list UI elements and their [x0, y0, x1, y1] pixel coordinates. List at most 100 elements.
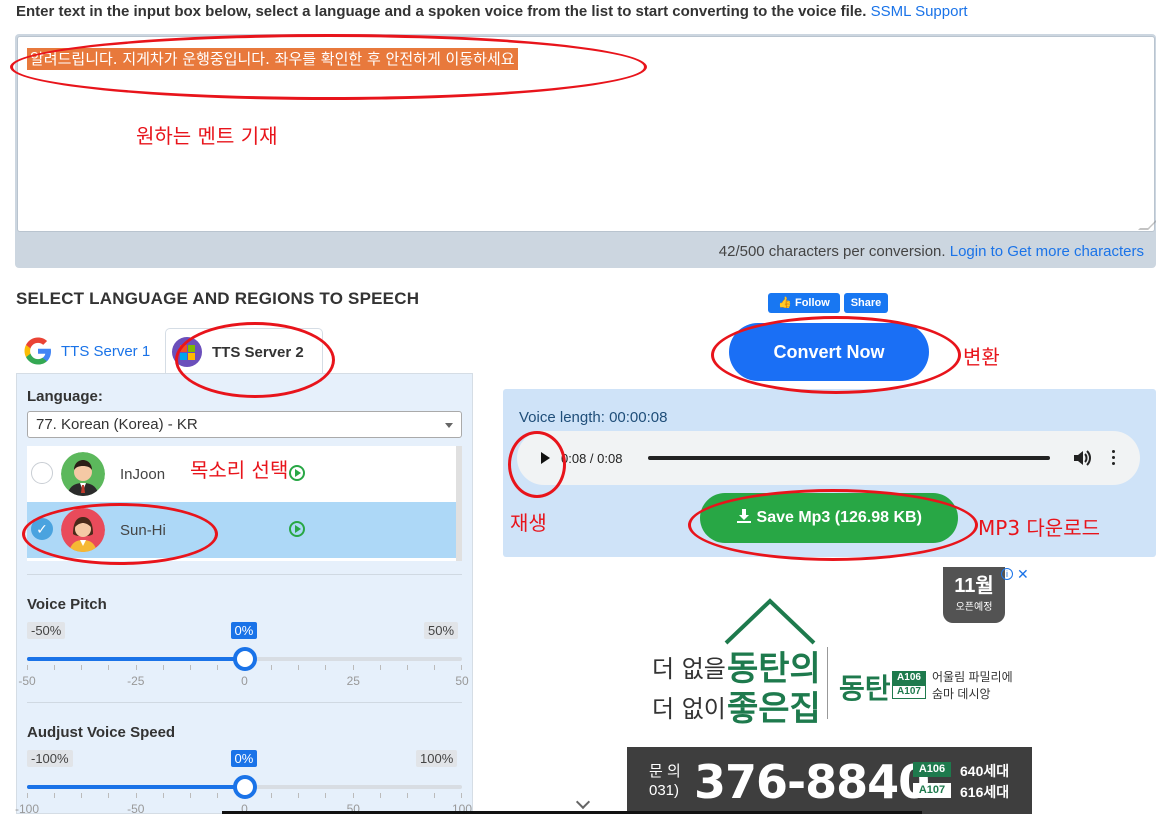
advertisement[interactable]: 11월 오픈예정 i ✕ 더 없을 더 없이 동탄의 좋은집 동탄 A106 A… — [627, 567, 1032, 814]
pitch-scale-label: -25 — [127, 674, 145, 688]
pitch-scale-label: 0 — [241, 674, 248, 688]
pitch-slider-fill — [27, 657, 245, 661]
tab-label: TTS Server 1 — [61, 343, 151, 360]
voice-settings-panel — [16, 373, 473, 814]
ad-info-icon[interactable]: i — [1001, 568, 1013, 580]
ad-badge-sub: 오픈예정 — [955, 602, 993, 613]
speed-tick — [433, 793, 435, 798]
speed-min-label: -100% — [27, 750, 73, 767]
speed-tick — [189, 793, 191, 798]
pitch-tick — [461, 665, 462, 670]
audio-progress-bar[interactable] — [648, 456, 1050, 460]
ad-line2: 더 없이 — [652, 695, 726, 723]
speed-tick — [54, 793, 56, 798]
ad-line1: 더 없을 — [652, 655, 726, 683]
character-counter: 42/500 characters per conversion. Login … — [719, 243, 1144, 260]
ad-inquiry: 문 의 031) — [649, 763, 681, 799]
voice-list-scrollbar[interactable] — [456, 446, 462, 561]
speed-tick — [379, 793, 381, 798]
speed-tick — [352, 793, 354, 798]
follow-label: Follow — [794, 297, 830, 309]
speed-tick — [135, 793, 137, 798]
ad-count2: 616세대 — [960, 784, 1010, 800]
ad-badge-month: 11월 — [954, 575, 994, 597]
speed-tick — [81, 793, 83, 798]
pitch-max-label: 50% — [424, 622, 459, 639]
divider — [27, 574, 462, 575]
ad-brand: 동탄 — [839, 672, 891, 705]
avatar-male-icon — [61, 452, 105, 496]
preview-play-icon[interactable] — [289, 465, 305, 481]
ad-phone: 376-8840 — [694, 755, 930, 809]
speed-tick — [216, 793, 218, 798]
instructions-label: Enter text in the input box below, selec… — [16, 3, 867, 20]
pitch-tick — [162, 665, 164, 670]
annotation-download: MP3 다운로드 — [978, 516, 1100, 540]
pitch-tick — [27, 665, 28, 670]
pitch-tick — [433, 665, 435, 670]
language-selected-value: 77. Korean (Korea) - KR — [36, 416, 198, 433]
char-count-text: 42/500 characters per conversion. — [718, 243, 946, 260]
voice-length: Voice length: 00:00:08 — [519, 409, 668, 426]
ad-close-icon[interactable]: ✕ — [1017, 567, 1029, 583]
pitch-tick — [379, 665, 381, 670]
facebook-share-button[interactable]: Share — [844, 293, 888, 313]
chevron-down-icon[interactable] — [575, 794, 591, 810]
speed-tick — [108, 793, 110, 798]
volume-icon[interactable] — [1073, 450, 1091, 466]
annotation-convert: 변환 — [963, 345, 1000, 369]
voice-name: InJoon — [120, 466, 166, 483]
language-select[interactable]: 77. Korean (Korea) - KR — [27, 411, 462, 438]
speed-tick — [406, 793, 408, 798]
pitch-tick — [81, 665, 83, 670]
ad-divider — [827, 647, 828, 719]
annotation-ellipse-text — [10, 34, 647, 100]
voice-pitch-title: Voice Pitch — [27, 596, 107, 613]
voice-speed-title: Audjust Voice Speed — [27, 724, 176, 741]
dropdown-caret-icon — [445, 423, 453, 428]
speed-tick — [461, 793, 462, 798]
speed-slider-fill — [27, 785, 245, 789]
ad-badge: 11월 오픈예정 — [943, 567, 1005, 623]
pitch-tick — [298, 665, 300, 670]
thumbs-up-icon: 👍 — [778, 297, 792, 309]
ad-unit2: A107 — [913, 783, 951, 798]
pitch-slider-handle[interactable] — [232, 647, 257, 671]
ad-count1: 640세대 — [960, 763, 1010, 779]
pitch-scale-label: 25 — [346, 674, 360, 688]
speed-tick — [298, 793, 300, 798]
pitch-tick — [406, 665, 408, 670]
ad-big2: 좋은집 — [727, 689, 821, 729]
ad-desc2: 숨마 데시앙 — [932, 687, 991, 701]
facebook-follow-button[interactable]: 👍 Follow — [768, 293, 840, 313]
login-link[interactable]: Login to Get more characters — [950, 243, 1144, 260]
annotation-voice-select: 목소리 선택 — [190, 458, 289, 482]
ad-code2: A107 — [892, 685, 926, 699]
speed-tick — [325, 793, 327, 798]
annotation-play: 재생 — [510, 511, 547, 535]
pitch-scale-label: -50 — [18, 674, 36, 688]
pitch-tick — [325, 665, 327, 670]
pitch-current-label: 0% — [230, 622, 258, 639]
speed-slider-handle[interactable] — [232, 775, 257, 799]
more-options-icon[interactable] — [1112, 450, 1116, 466]
speed-tick — [271, 793, 273, 798]
annotation-ellipse-tab — [175, 322, 335, 398]
ad-unit1: A106 — [913, 762, 951, 777]
ssml-support-link[interactable]: SSML Support — [871, 3, 968, 20]
speed-max-label: 100% — [416, 750, 458, 767]
pitch-tick — [108, 665, 110, 670]
preview-play-icon[interactable] — [289, 521, 305, 537]
annotation-ellipse-save — [688, 489, 978, 561]
speed-tick — [27, 793, 28, 798]
annotation-ellipse-convert — [711, 316, 961, 394]
pitch-tick — [189, 665, 191, 670]
ad-desc1: 어울림 파밀리에 — [932, 670, 1013, 684]
pitch-min-label: -50% — [27, 622, 66, 639]
pitch-tick — [135, 665, 137, 670]
instructions-text: Enter text in the input box below, selec… — [16, 3, 968, 20]
voice-radio[interactable] — [31, 462, 53, 484]
audio-time: 0:08 / 0:08 — [561, 451, 623, 466]
ad-code1: A106 — [892, 671, 926, 685]
tab-tts-server-1[interactable]: TTS Server 1 — [16, 330, 162, 372]
